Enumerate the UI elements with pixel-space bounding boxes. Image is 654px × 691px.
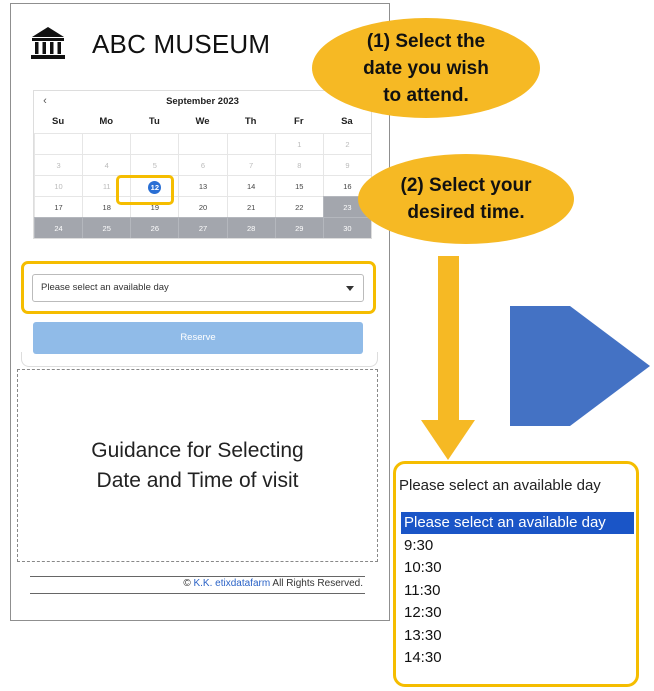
calendar-day: 2: [322, 133, 371, 154]
weekday-label: Su: [52, 116, 65, 127]
calendar-day: 28: [226, 217, 275, 238]
calendar-grid: Su Mo Tu We Th Fr Sa 1 2 3 4 5 6 7 8 9 10 11 12 13 14 15 16 17 1…: [34, 111, 371, 238]
weekday-label: Mo: [99, 116, 114, 127]
calendar-empty-cell: [226, 133, 275, 154]
time-select-value: Please select an available day: [41, 282, 169, 293]
museum-icon: [30, 24, 66, 65]
museum-header: ABC MUSEUM: [30, 24, 270, 65]
time-select[interactable]: Please select an available day: [32, 274, 364, 302]
month-label: September 2023: [166, 95, 239, 107]
weekday-label: Tu: [148, 116, 160, 127]
calendar-day: 8: [274, 154, 323, 175]
reserve-button[interactable]: Reserve: [33, 322, 363, 354]
time-option[interactable]: 10:30: [401, 557, 634, 579]
footer: © K.K. etixdatafarm All Rights Reserved.: [30, 578, 363, 589]
weekday-label: Sa: [341, 116, 353, 127]
time-option[interactable]: 11:30: [401, 580, 634, 602]
footer-divider: [30, 593, 365, 594]
calendar-day: 10: [34, 175, 83, 196]
calendar-day[interactable]: 14: [226, 175, 275, 196]
calendar-day: 24: [34, 217, 83, 238]
calendar-day: 6: [178, 154, 227, 175]
company-link[interactable]: K.K. etixdatafarm: [193, 578, 270, 589]
selected-day-highlight: [116, 175, 174, 205]
calendar-day: 1: [274, 133, 323, 154]
calendar-day[interactable]: 22: [274, 196, 323, 217]
weekday-label: Fr: [294, 116, 304, 127]
calendar: ‹ September 2023 Su Mo Tu We Th Fr Sa 1 2 3 4 5 6 7 8 9…: [33, 90, 372, 239]
calendar-day: 25: [82, 217, 131, 238]
calendar-day: 26: [130, 217, 179, 238]
calendar-day: 29: [274, 217, 323, 238]
callout-step1: (1) Select the date you wish to attend.: [312, 18, 540, 118]
down-arrow-head-icon: [421, 420, 475, 460]
calendar-day: 7: [226, 154, 275, 175]
time-option[interactable]: 12:30: [401, 602, 634, 624]
calendar-empty-cell: [130, 133, 179, 154]
footer-divider: [30, 576, 365, 577]
page-title: ABC MUSEUM: [92, 29, 271, 59]
calendar-empty-cell: [178, 133, 227, 154]
footer-prefix: ©: [183, 578, 194, 589]
calendar-day[interactable]: 21: [226, 196, 275, 217]
calendar-empty-cell: [34, 133, 83, 154]
calendar-day: 4: [82, 154, 131, 175]
weekday-label: We: [195, 116, 210, 127]
calendar-day: 3: [34, 154, 83, 175]
calendar-empty-cell: [82, 133, 131, 154]
calendar-day[interactable]: 13: [178, 175, 227, 196]
calendar-day: 9: [322, 154, 371, 175]
right-arrow-icon: [510, 306, 650, 426]
callout-step2: (2) Select your desired time.: [358, 154, 574, 244]
calendar-day: 27: [178, 217, 227, 238]
calendar-day[interactable]: 20: [178, 196, 227, 217]
time-option[interactable]: 14:30: [401, 647, 634, 669]
time-option[interactable]: 13:30: [401, 625, 634, 647]
calendar-day: 30: [322, 217, 371, 238]
calendar-day[interactable]: 17: [34, 196, 83, 217]
prev-month-button[interactable]: ‹: [34, 95, 56, 107]
time-option[interactable]: 9:30: [401, 535, 634, 557]
caret-down-icon: [346, 286, 354, 291]
form-card-border: [21, 352, 378, 367]
calendar-day: 5: [130, 154, 179, 175]
guidance-panel: Guidance for Selecting Date and Time of …: [17, 369, 378, 562]
dropdown-option-placeholder[interactable]: Please select an available day: [401, 512, 634, 534]
weekday-label: Th: [244, 116, 257, 127]
down-arrow-icon: [438, 256, 459, 422]
dropdown-current-value: Please select an available day: [399, 477, 601, 494]
footer-suffix: All Rights Reserved.: [270, 578, 363, 589]
calendar-day[interactable]: 15: [274, 175, 323, 196]
